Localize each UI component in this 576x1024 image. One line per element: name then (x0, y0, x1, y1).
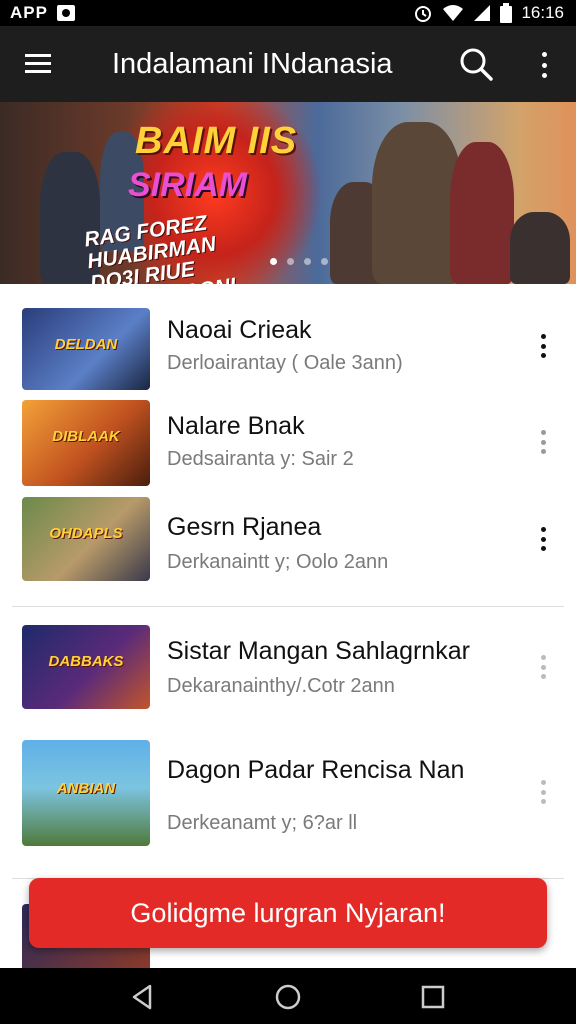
battery-icon (500, 3, 513, 23)
item-menu-icon[interactable] (534, 430, 552, 454)
featured-banner[interactable]: BAIM IIS SIRIAM RAG FOREZ HUABIRMAN DO3I… (0, 102, 576, 284)
game-thumbnail: DELDAN (22, 308, 150, 390)
item-title: Naoai Crieak (167, 316, 312, 344)
item-menu-icon[interactable] (534, 780, 552, 804)
primary-cta-button[interactable]: Golidgme lurgran Nyjaran! (29, 878, 547, 948)
thumbnail-label: OHDAPLS (49, 525, 123, 542)
item-title: Sistar Mangan Sahlagrnkar (167, 637, 470, 665)
item-title: Gesrn Rjanea (167, 513, 322, 541)
banner-character (372, 122, 462, 284)
item-menu-icon[interactable] (534, 334, 552, 358)
list-item[interactable]: ANBIAN Dagon Padar Rencisa Nan Derkeanam… (0, 740, 576, 846)
item-subtitle: Derkeanamt y; 6?ar ll (167, 812, 358, 834)
banner-character (450, 142, 514, 284)
list-item[interactable]: DABBAKS Sistar Mangan Sahlagrnkar Dekara… (0, 625, 576, 709)
status-time: 16:16 (521, 3, 564, 22)
thumbnail-label: DIBLAAK (52, 428, 120, 445)
game-thumbnail: DIBLAAK (22, 400, 150, 486)
status-right: 16:16 (413, 3, 564, 23)
signal-icon (473, 4, 491, 22)
banner-character (510, 212, 570, 284)
item-title: Nalare Bnak (167, 412, 305, 440)
item-menu-icon[interactable] (534, 527, 552, 551)
more-options-icon[interactable] (530, 48, 558, 82)
list-item[interactable]: DIBLAAK Nalare Bnak Dedsairanta y: Sair … (0, 400, 576, 486)
thumbnail-label: ANBIAN (56, 780, 116, 797)
item-subtitle: Dedsairanta y: Sair 2 (167, 448, 354, 470)
image-notification-icon (56, 4, 76, 22)
hamburger-menu-icon[interactable] (24, 50, 54, 78)
banner-pager (270, 258, 328, 265)
pager-dot[interactable] (287, 258, 294, 265)
thumbnail-label: DELDAN (54, 336, 118, 353)
list-divider (12, 606, 564, 607)
home-icon[interactable] (273, 982, 303, 1012)
app-screen: APP 16:16 Indalamani INdanasia BAIM IIS … (0, 0, 576, 1024)
list-item[interactable]: DELDAN Naoai Crieak Derloairantay ( Oale… (0, 308, 576, 392)
page-title: Indalamani INdanasia (112, 48, 393, 80)
item-subtitle: Dekaranainthy/.Cotr 2ann (167, 675, 395, 697)
item-subtitle: Derkanaintt y; Oolo 2ann (167, 551, 389, 573)
recents-icon[interactable] (418, 982, 448, 1012)
status-bar: APP 16:16 (0, 0, 576, 26)
game-thumbnail: DABBAKS (22, 625, 150, 709)
pager-dot[interactable] (304, 258, 311, 265)
thumbnail-label: DABBAKS (48, 653, 124, 670)
alarm-icon (413, 3, 433, 23)
banner-subheadline: SIRIAM (128, 166, 247, 204)
app-bar: Indalamani INdanasia (0, 26, 576, 102)
pager-dot[interactable] (321, 258, 328, 265)
item-subtitle: Derloairantay ( Oale 3ann) (167, 352, 403, 374)
status-left: APP (10, 3, 76, 23)
search-icon[interactable] (458, 46, 494, 82)
banner-headline: BAIM IIS (135, 120, 298, 162)
wifi-icon (442, 4, 464, 22)
item-title: Dagon Padar Rencisa Nan (167, 756, 465, 784)
game-thumbnail: OHDAPLS (22, 497, 150, 581)
system-nav-bar (0, 968, 576, 1024)
list-item[interactable]: OHDAPLS Gesrn Rjanea Derkanaintt y; Oolo… (0, 497, 576, 581)
game-thumbnail: ANBIAN (22, 740, 150, 846)
pager-dot[interactable] (270, 258, 277, 265)
item-menu-icon[interactable] (534, 655, 552, 679)
back-icon[interactable] (128, 982, 158, 1012)
status-app-label: APP (10, 3, 48, 22)
